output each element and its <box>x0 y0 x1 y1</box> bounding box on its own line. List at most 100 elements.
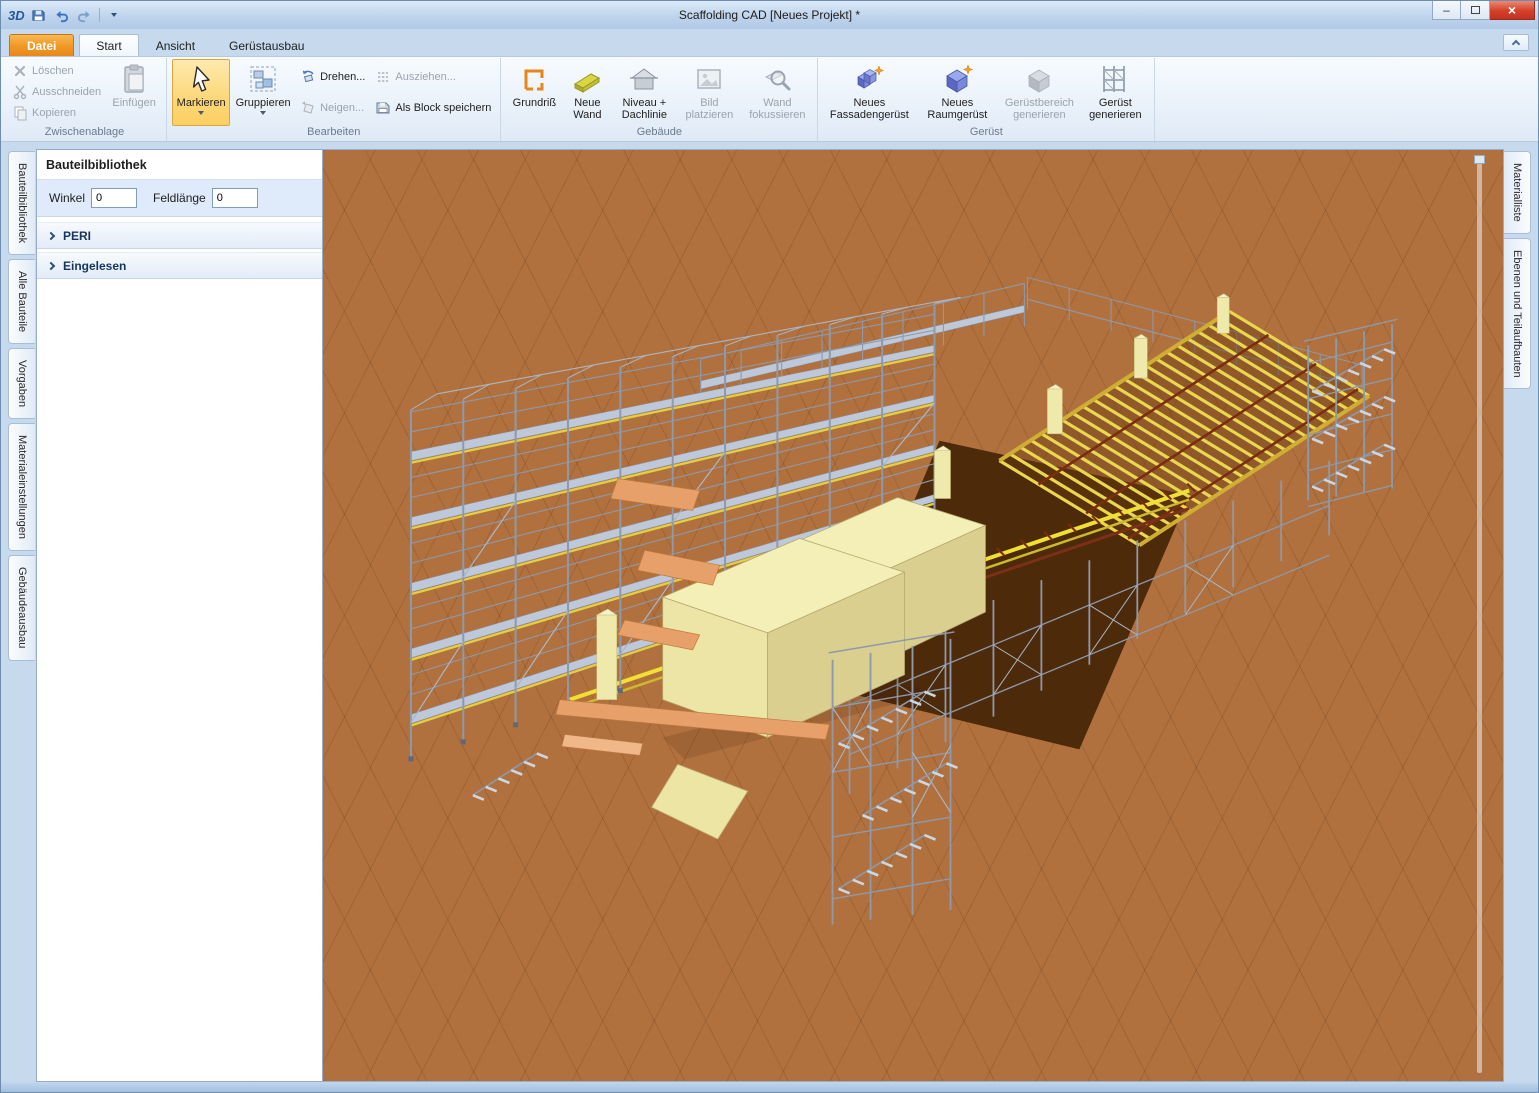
section-label: PERI <box>63 229 91 243</box>
drehen-button[interactable]: Drehen... <box>296 68 369 86</box>
ribbon-group-zwischenablage: Löschen Ausschneiden Kopieren Einfügen <box>3 58 167 141</box>
viewport-scrollbar[interactable] <box>1477 160 1482 1073</box>
sidebar-tab-vorgaben[interactable]: Vorgaben <box>8 348 35 419</box>
sidebar-tab-gebaeudeausbau[interactable]: Gebäudeausbau <box>8 555 35 660</box>
neue-wand-button[interactable]: Neue Wand <box>564 59 610 126</box>
tab-geruestausbau[interactable]: Gerüstausbau <box>212 34 321 56</box>
winkel-label: Winkel <box>49 191 85 205</box>
panel-empty-area <box>37 279 322 1081</box>
ausziehen-button[interactable]: Ausziehen... <box>371 68 495 86</box>
close-button[interactable]: × <box>1490 1 1535 20</box>
button-label: Drehen... <box>320 71 365 83</box>
delete-icon <box>12 63 28 79</box>
app-window: 3D Scaffolding CAD [Neues Projekt] * – ×… <box>0 0 1539 1093</box>
chevron-down-icon <box>198 111 204 115</box>
viewport-3d-scene[interactable] <box>323 150 1503 1081</box>
group-label: Gerüst <box>821 126 1151 141</box>
chevron-up-icon <box>1512 40 1520 48</box>
group-label: Zwischenablage <box>6 126 163 141</box>
maximize-icon <box>1471 6 1480 14</box>
chevron-right-icon <box>47 231 55 239</box>
neues-raumgeruest-button[interactable]: Neues Raumgerüst <box>917 59 997 126</box>
chevron-down-icon <box>111 13 117 17</box>
button-label: Markieren <box>177 97 226 109</box>
einfuegen-button[interactable]: Einfügen <box>107 59 161 126</box>
viewport-scrollbar-thumb[interactable] <box>1474 155 1485 164</box>
winkel-input[interactable] <box>91 188 137 208</box>
ribbon-group-bearbeiten: Markieren Gruppieren Drehen... Neigen. <box>167 58 501 141</box>
quick-access-toolbar: 3D <box>1 1 123 29</box>
group-label: Gebäude <box>504 126 814 141</box>
redo-button[interactable] <box>76 6 94 24</box>
section-peri[interactable]: PERI <box>37 222 322 249</box>
tab-ansicht[interactable]: Ansicht <box>139 34 212 56</box>
scaffold-area-icon <box>1023 63 1055 95</box>
maximize-button[interactable] <box>1461 1 1490 20</box>
neigen-button[interactable]: Neigen... <box>296 99 369 117</box>
panel-fields: Winkel Feldlänge <box>37 180 322 217</box>
save-button[interactable] <box>30 6 48 24</box>
viewport-3d[interactable] <box>323 149 1504 1082</box>
panel-title: Bauteilbibliothek <box>37 150 322 180</box>
button-label: Einfügen <box>112 97 155 109</box>
copy-icon <box>12 105 28 121</box>
floorplan-icon <box>518 63 550 95</box>
tab-start[interactable]: Start <box>79 34 138 56</box>
ribbon-tab-bar: Datei Start Ansicht Gerüstausbau <box>1 29 1538 56</box>
wand-fokussieren-button[interactable]: Wand fokussieren <box>742 59 812 126</box>
ribbon-collapse-button[interactable] <box>1503 34 1529 51</box>
minimize-button[interactable]: – <box>1432 1 1461 20</box>
magnifier-icon <box>761 63 793 95</box>
button-label: Kopieren <box>32 107 76 119</box>
neues-fassadengeruest-button[interactable]: Neues Fassadengerüst <box>823 59 915 126</box>
sidebar-tab-materialeinstellungen[interactable]: Materialeinstellungen <box>8 423 35 551</box>
cursor-icon <box>185 63 217 95</box>
ausschneiden-button[interactable]: Ausschneiden <box>8 83 105 101</box>
geruest-generieren-button[interactable]: Gerüst generieren <box>1081 59 1149 126</box>
tab-datei[interactable]: Datei <box>9 34 74 56</box>
tilt-icon <box>300 100 316 116</box>
button-label: Grundriß <box>513 97 556 109</box>
image-icon <box>693 63 725 95</box>
window-title: Scaffolding CAD [Neues Projekt] * <box>1 8 1538 22</box>
feldlaenge-input[interactable] <box>212 188 258 208</box>
button-label: Gerüst generieren <box>1084 97 1146 122</box>
grundriss-button[interactable]: Grundriß <box>506 59 562 126</box>
bild-platzieren-button[interactable]: Bild platzieren <box>678 59 740 126</box>
section-label: Eingelesen <box>63 259 126 273</box>
customize-toolbar-button[interactable] <box>105 6 123 24</box>
paste-icon <box>118 63 150 95</box>
rotate-icon <box>300 69 316 85</box>
ribbon: Löschen Ausschneiden Kopieren Einfügen <box>1 56 1538 142</box>
button-label: Als Block speichern <box>395 102 491 114</box>
undo-button[interactable] <box>53 6 71 24</box>
feldlaenge-label: Feldlänge <box>153 191 206 205</box>
gruppieren-button[interactable]: Gruppieren <box>232 59 294 126</box>
facade-scaffold-icon <box>853 63 885 95</box>
button-label: Wand fokussieren <box>745 97 809 122</box>
main-content: Bauteilbibliothek Alle Bauteile Vorgaben… <box>1 142 1538 1082</box>
app-logo-icon[interactable]: 3D <box>8 8 25 23</box>
title-bar: 3D Scaffolding CAD [Neues Projekt] * – × <box>1 1 1538 29</box>
niveau-dachlinie-button[interactable]: Niveau + Dachlinie <box>612 59 676 126</box>
extend-icon <box>375 69 391 85</box>
kopieren-button[interactable]: Kopieren <box>8 104 105 122</box>
markieren-button[interactable]: Markieren <box>172 59 230 126</box>
sidebar-tab-ebenen-und-teilaufbauten[interactable]: Ebenen und Teilaufbauten <box>1504 238 1531 390</box>
sidebar-tab-materialliste[interactable]: Materialliste <box>1504 151 1531 234</box>
button-label: Neue Wand <box>567 97 607 122</box>
roofline-icon <box>628 63 660 95</box>
scaffold-generate-icon <box>1099 63 1131 95</box>
section-eingelesen[interactable]: Eingelesen <box>37 252 322 279</box>
button-label: Bild platzieren <box>681 97 737 122</box>
als-block-speichern-button[interactable]: Als Block speichern <box>371 99 495 117</box>
sidebar-tab-alle-bauteile[interactable]: Alle Bauteile <box>8 259 35 344</box>
sidebar-tab-bauteilbibliothek[interactable]: Bauteilbibliothek <box>8 151 35 255</box>
save-icon <box>31 8 46 23</box>
button-label: Ausziehen... <box>395 71 456 83</box>
button-label: Neues Raumgerüst <box>920 97 994 122</box>
geruestbereich-generieren-button[interactable]: Gerüstbereich generieren <box>999 59 1079 126</box>
loeschen-button[interactable]: Löschen <box>8 62 105 80</box>
bauteilbibliothek-panel: Bauteilbibliothek Winkel Feldlänge PERI … <box>36 149 323 1082</box>
redo-icon <box>77 8 92 23</box>
